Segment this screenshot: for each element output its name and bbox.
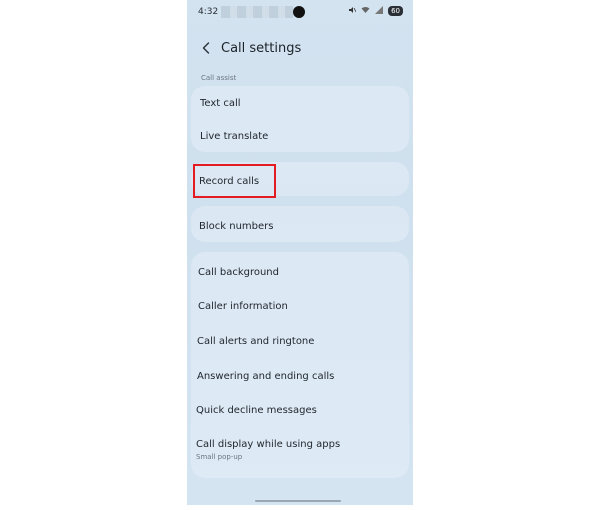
camera-cutout [293, 6, 305, 18]
blurred-notification-icons [221, 6, 293, 18]
wifi-icon [361, 6, 370, 16]
menu-item-answering-ending-calls[interactable]: Answering and ending calls [197, 371, 334, 382]
status-bar: 4:32 60 [187, 0, 413, 24]
menu-item-call-background[interactable]: Call background [198, 267, 279, 278]
menu-item-quick-decline-messages[interactable]: Quick decline messages [196, 405, 317, 416]
menu-item-call-alerts-ringtone[interactable]: Call alerts and ringtone [197, 336, 314, 347]
status-time: 4:32 [198, 7, 219, 17]
battery-icon: 60 [388, 6, 403, 16]
menu-item-live-translate[interactable]: Live translate [200, 131, 268, 142]
menu-item-caller-information[interactable]: Caller information [198, 301, 288, 312]
section-label-call-assist: Call assist [201, 74, 237, 82]
menu-item-block-numbers[interactable]: Block numbers [199, 221, 273, 232]
signal-icon [375, 6, 384, 16]
back-arrow-icon[interactable] [199, 39, 213, 57]
phone-screen: 4:32 60 Call settings Call assist Text c… [187, 0, 413, 505]
home-indicator[interactable] [255, 500, 341, 502]
card-call-assist [191, 86, 409, 152]
menu-item-call-display-subtitle: Small pop-up [196, 453, 243, 461]
menu-item-call-display-apps[interactable]: Call display while using apps [196, 439, 340, 450]
menu-item-text-call[interactable]: Text call [200, 98, 241, 109]
status-icons: 60 [348, 6, 403, 16]
page-title: Call settings [221, 40, 302, 56]
highlight-box-record-calls [193, 164, 276, 198]
mute-icon [348, 6, 357, 16]
page-header: Call settings [187, 36, 413, 60]
